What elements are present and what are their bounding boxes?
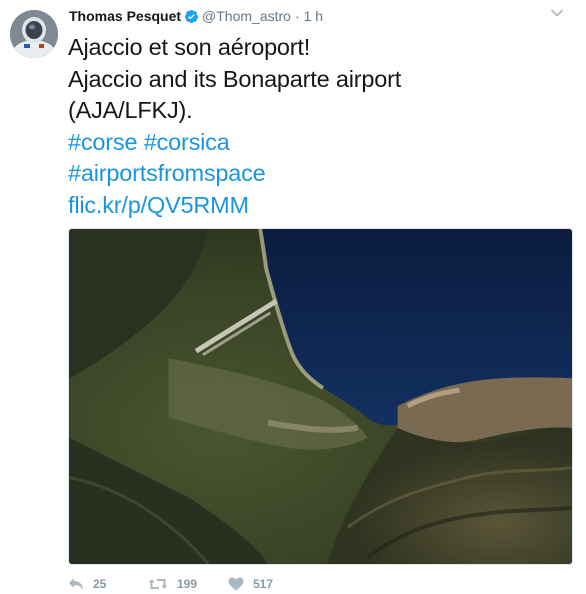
display-name[interactable]: Thomas Pesquet: [69, 8, 181, 24]
tweet: Thomas Pesquet @Thom_astro · 1 h Ajaccio…: [0, 0, 586, 592]
tweet-text: Ajaccio et son aéroport! Ajaccio and its…: [68, 32, 568, 221]
verified-badge-icon: [184, 9, 199, 24]
tweet-text-line: Ajaccio et son aéroport!: [68, 34, 311, 60]
like-count: 517: [253, 577, 274, 591]
reply-count: 25: [93, 577, 107, 591]
timestamp[interactable]: 1 h: [304, 8, 323, 24]
tweet-actions: 25 199 517: [68, 574, 273, 594]
handle[interactable]: @Thom_astro: [202, 8, 291, 24]
reply-button[interactable]: 25: [68, 577, 148, 591]
retweet-count: 199: [177, 577, 198, 591]
retweet-icon: [148, 579, 168, 589]
hashtag-corsica[interactable]: #corsica: [144, 129, 230, 155]
satellite-photo: [69, 229, 572, 564]
separator-dot: ·: [294, 8, 300, 24]
chevron-down-icon[interactable]: [550, 6, 564, 20]
tweet-link[interactable]: flic.kr/p/QV5RMM: [68, 190, 568, 222]
retweet-button[interactable]: 199: [148, 577, 228, 591]
reply-icon: [69, 578, 83, 590]
tweet-photo[interactable]: [68, 228, 573, 565]
astronaut-avatar-image: [10, 10, 58, 58]
avatar[interactable]: [10, 10, 58, 58]
hashtag-corse[interactable]: #corse: [68, 129, 138, 155]
tweet-text-line: Ajaccio and its Bonaparte airport: [68, 65, 402, 92]
heart-icon: [228, 577, 244, 591]
tweet-header: Thomas Pesquet @Thom_astro · 1 h: [69, 6, 323, 26]
hashtag-airportsfromspace[interactable]: #airportsfromspace: [68, 158, 568, 190]
tweet-text-line: (AJA/LFKJ).: [68, 97, 193, 123]
like-button[interactable]: 517: [228, 577, 273, 591]
